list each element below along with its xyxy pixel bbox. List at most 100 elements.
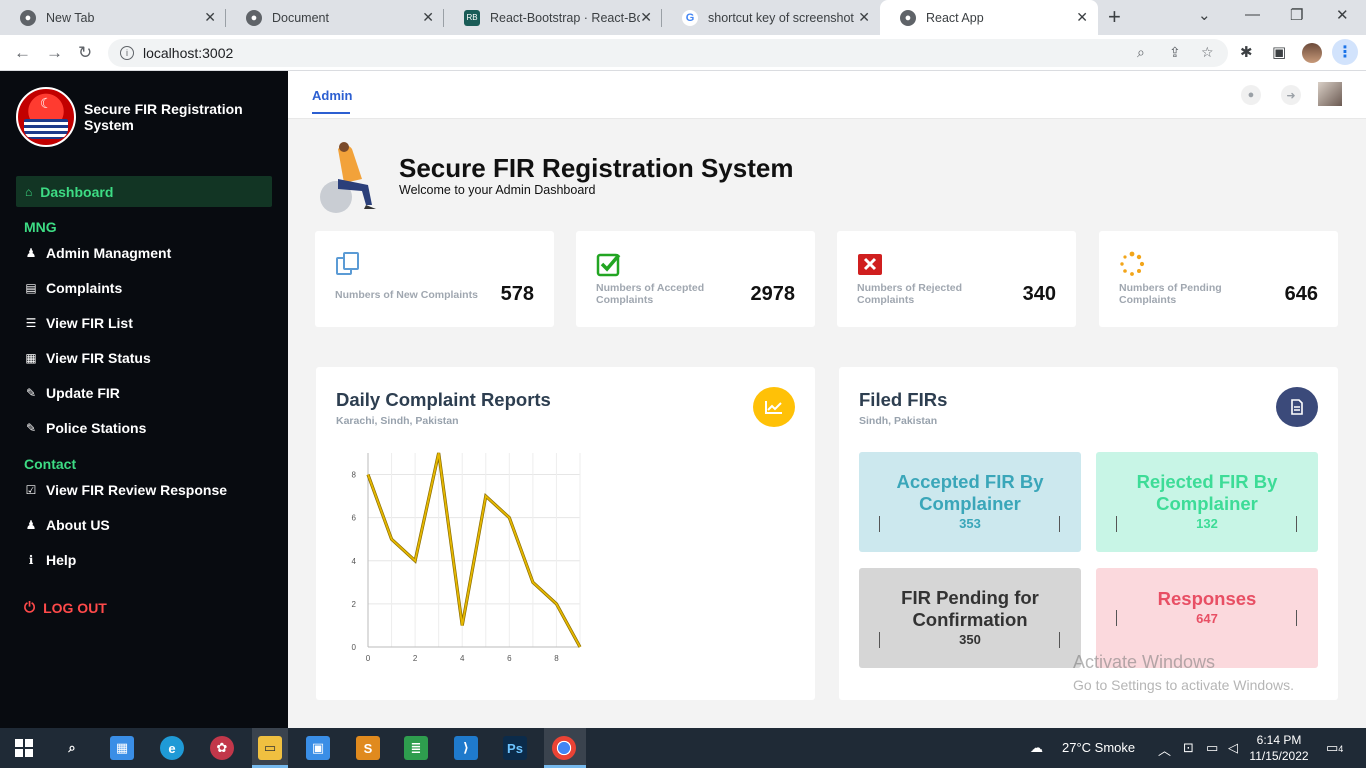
reload-icon[interactable]: ↻ xyxy=(78,43,92,63)
browser-tab-react-app[interactable]: ● React App ✕ xyxy=(880,0,1098,35)
weather-icon[interactable]: ☁ xyxy=(1030,740,1043,756)
excel-icon[interactable]: ≣ xyxy=(404,736,428,760)
photoshop-icon[interactable]: Ps xyxy=(503,736,527,760)
stat-card-rejected-complaints: Numbers of Rejected Complaints 340 xyxy=(837,231,1076,327)
sidebar-item-about-us[interactable]: ♟ About US xyxy=(24,517,110,533)
home-icon: ⌂ xyxy=(25,184,33,199)
sublime-text-icon[interactable]: S xyxy=(356,736,380,760)
accepted-fir-box[interactable]: Accepted FIR By Complainer 353 xyxy=(859,452,1081,552)
file-explorer-icon[interactable]: ▭ xyxy=(258,736,282,760)
react-bootstrap-icon: RB xyxy=(464,9,480,26)
page-subtitle: Welcome to your Admin Dashboard xyxy=(399,183,596,197)
close-icon[interactable]: ✕ xyxy=(1076,9,1088,26)
notification-count: 4 xyxy=(1338,744,1344,754)
paint-icon[interactable]: ✿ xyxy=(210,736,234,760)
forward-icon[interactable]: → xyxy=(46,43,63,63)
x-tick-label: 6 xyxy=(507,654,512,663)
police-logo: ☾ xyxy=(16,87,76,147)
sidebar-item-police-stations[interactable]: ✎ Police Stations xyxy=(24,420,146,436)
edge-icon[interactable]: e xyxy=(160,736,184,760)
sidebar: ☾ Secure FIR Registration System ⌂ Dashb… xyxy=(0,71,288,728)
fir-box-value: 132 xyxy=(1196,516,1218,531)
share-icon[interactable]: ⇪ xyxy=(1169,44,1181,61)
url-field[interactable]: i localhost:3002 xyxy=(108,39,1228,67)
vscode-icon[interactable]: ⟩ xyxy=(454,736,478,760)
browser-tab-react-bootstrap[interactable]: RB React-Bootstrap · React-Boot ✕ xyxy=(444,0,662,35)
close-icon[interactable]: ✕ xyxy=(204,9,216,26)
pending-fir-box[interactable]: FIR Pending for Confirmation 350 xyxy=(859,568,1081,668)
taskbar-clock[interactable]: 6:14 PM 11/15/2022 xyxy=(1249,732,1309,764)
bookmark-star-icon[interactable]: ☆ xyxy=(1201,44,1214,61)
sidebar-item-view-fir-status[interactable]: ▦ View FIR Status xyxy=(24,350,151,366)
activate-windows-title: Activate Windows xyxy=(1073,652,1216,672)
volume-icon[interactable]: ◁ xyxy=(1228,740,1238,756)
fir-box-title: FIR Pending for Confirmation xyxy=(901,587,1039,630)
profile-avatar[interactable] xyxy=(1302,43,1322,63)
browser-tab-new-tab[interactable]: ● New Tab ✕ xyxy=(0,0,226,35)
browser-menu-icon[interactable]: ⋮ xyxy=(1332,39,1358,65)
extensions-icon[interactable]: ✱ xyxy=(1240,43,1253,61)
logout-label: LOG OUT xyxy=(43,599,107,616)
close-icon[interactable]: ✕ xyxy=(640,9,652,26)
x-square-icon xyxy=(858,254,882,275)
account-icon[interactable]: ● xyxy=(1241,85,1261,105)
side-panel-icon[interactable]: ▣ xyxy=(1272,43,1286,61)
windows-start-icon[interactable] xyxy=(12,736,36,760)
sidebar-item-help[interactable]: ℹ Help xyxy=(24,552,77,568)
window-close-icon[interactable]: ✕ xyxy=(1336,6,1349,24)
sidebar-item-admin-managment[interactable]: ♟ Admin Managment xyxy=(24,245,172,261)
tray-chevron-icon[interactable]: ︿ xyxy=(1158,740,1171,759)
filed-firs-card: Filed FIRs Sindh, Pakistan Accepted FIR … xyxy=(839,367,1338,700)
minimize-icon[interactable]: — xyxy=(1245,6,1260,23)
new-tab-button[interactable]: + xyxy=(1108,4,1121,30)
sidebar-item-label: View FIR Status xyxy=(46,350,151,366)
logout-button[interactable]: ⏻ LOG OUT xyxy=(24,599,107,616)
network-icon[interactable]: ⊡ xyxy=(1183,740,1194,756)
weather-text[interactable]: 27°C Smoke xyxy=(1062,740,1135,755)
close-icon[interactable]: ✕ xyxy=(422,9,434,26)
y-tick-label: 0 xyxy=(352,643,357,652)
stat-value: 578 xyxy=(500,283,534,305)
section-label-contact: Contact xyxy=(24,456,77,472)
section-label-mng: MNG xyxy=(24,219,57,235)
back-icon[interactable]: ← xyxy=(14,43,31,63)
brand[interactable]: ☾ Secure FIR Registration System xyxy=(16,87,264,147)
rejected-fir-box[interactable]: Rejected FIR By Complainer 132 xyxy=(1096,452,1318,552)
edit-icon: ✎ xyxy=(25,386,37,400)
search-icon[interactable]: ⌕ xyxy=(60,736,84,760)
close-icon[interactable]: ✕ xyxy=(858,9,870,26)
x-tick-label: 2 xyxy=(413,654,418,663)
list-icon: ☰ xyxy=(25,316,37,330)
battery-icon[interactable]: ▭ xyxy=(1206,740,1218,756)
info-icon: ℹ xyxy=(28,553,34,567)
sidebar-item-dashboard[interactable]: ⌂ Dashboard xyxy=(16,176,272,207)
restore-icon[interactable]: ❐ xyxy=(1290,6,1303,24)
store-icon[interactable]: ▦ xyxy=(110,736,134,760)
sidebar-item-view-fir-review-response[interactable]: ☑ View FIR Review Response xyxy=(24,482,227,498)
tab-admin[interactable]: Admin xyxy=(312,88,352,114)
user-avatar[interactable] xyxy=(1318,82,1342,106)
browser-tab-document[interactable]: ● Document ✕ xyxy=(226,0,444,35)
chrome-taskbar-icon[interactable] xyxy=(552,736,576,760)
site-info-icon[interactable]: i xyxy=(120,46,134,60)
daily-complaint-line-chart: 0 2 4 6 8 0 2 4 6 8 xyxy=(352,452,582,663)
sidebar-item-label: About US xyxy=(46,517,110,533)
check-square-icon xyxy=(596,253,621,277)
zoom-icon[interactable]: ⌕ xyxy=(1137,44,1145,61)
sign-out-icon[interactable]: ➜ xyxy=(1281,85,1301,105)
browser-tab-google[interactable]: G shortcut key of screenshot in ✕ xyxy=(662,0,880,35)
tab-title: New Tab xyxy=(46,10,95,25)
sidebar-item-complaints[interactable]: ▤ Complaints xyxy=(24,280,122,296)
notepad-icon[interactable]: ▣ xyxy=(306,736,330,760)
fir-box-title: Accepted FIR By Complainer xyxy=(896,471,1044,514)
tab-title: React-Bootstrap · React-Boot xyxy=(490,10,640,25)
sidebar-item-view-fir-list[interactable]: ☰ View FIR List xyxy=(24,315,133,331)
sidebar-item-update-fir[interactable]: ✎ Update FIR xyxy=(24,385,120,401)
notification-icon[interactable]: ▭4 xyxy=(1326,740,1343,756)
sidebar-item-label: Update FIR xyxy=(46,385,120,401)
tab-title: shortcut key of screenshot in xyxy=(708,10,858,25)
stat-value: 646 xyxy=(1284,283,1318,305)
calendar-check-icon: ☑ xyxy=(25,483,37,497)
spinner-icon xyxy=(1120,251,1145,276)
tab-search-icon[interactable]: ⌄ xyxy=(1198,6,1211,24)
